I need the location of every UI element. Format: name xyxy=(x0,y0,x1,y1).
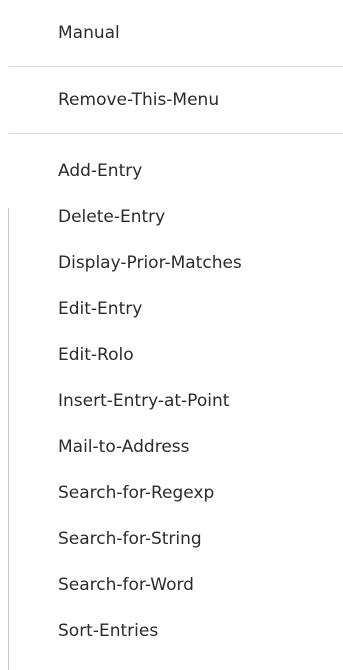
menu-item-mail-to-address[interactable]: Mail-to-Address xyxy=(9,424,343,470)
menu-item-label: Sort-Entries xyxy=(58,621,159,641)
menu-item-search-for-word[interactable]: Search-for-Word xyxy=(9,562,343,608)
menu-item-label: Add-Entry xyxy=(58,161,143,181)
remove-menu-section: Remove-This-Menu xyxy=(9,77,343,123)
menu-item-label: Edit-Entry xyxy=(58,299,143,319)
menu-item-remove-this-menu[interactable]: Remove-This-Menu xyxy=(9,77,343,123)
menu-item-label: Mail-to-Address xyxy=(58,437,190,457)
menu-item-manual[interactable]: Manual xyxy=(9,10,343,56)
menu-item-label: Insert-Entry-at-Point xyxy=(58,391,230,411)
menu-item-label: Delete-Entry xyxy=(58,207,166,227)
popup-menu-window: Manual Remove-This-Menu Add-Entry Delete… xyxy=(0,0,343,670)
menu-separator xyxy=(9,66,343,67)
menu-item-display-prior-matches[interactable]: Display-Prior-Matches xyxy=(9,240,343,286)
menu-item-sort-entries[interactable]: Sort-Entries xyxy=(9,608,343,654)
menu-item-label: Search-for-Regexp xyxy=(58,483,215,503)
menu-item-label: Edit-Rolo xyxy=(58,345,134,365)
menu-item-label: Search-for-String xyxy=(58,529,202,549)
menu-item-insert-entry-at-point[interactable]: Insert-Entry-at-Point xyxy=(9,378,343,424)
menu-item-search-for-string[interactable]: Search-for-String xyxy=(9,516,343,562)
top-menu-section: Manual xyxy=(9,10,343,56)
menu-item-edit-rolo[interactable]: Edit-Rolo xyxy=(9,332,343,378)
menu-item-label: Manual xyxy=(58,23,120,43)
menu-item-search-for-regexp[interactable]: Search-for-Regexp xyxy=(9,470,343,516)
menu-item-add-entry[interactable]: Add-Entry xyxy=(9,148,343,194)
menu-item-edit-entry[interactable]: Edit-Entry xyxy=(9,286,343,332)
menu-item-label: Display-Prior-Matches xyxy=(58,253,242,273)
menu-separator xyxy=(9,133,343,134)
menu-panel: Manual Remove-This-Menu Add-Entry Delete… xyxy=(9,0,343,670)
top-spacer xyxy=(9,0,343,10)
menu-item-label: Remove-This-Menu xyxy=(58,90,220,110)
main-menu-section: Add-Entry Delete-Entry Display-Prior-Mat… xyxy=(9,148,343,654)
menu-item-delete-entry[interactable]: Delete-Entry xyxy=(9,194,343,240)
menu-item-label: Search-for-Word xyxy=(58,575,194,595)
